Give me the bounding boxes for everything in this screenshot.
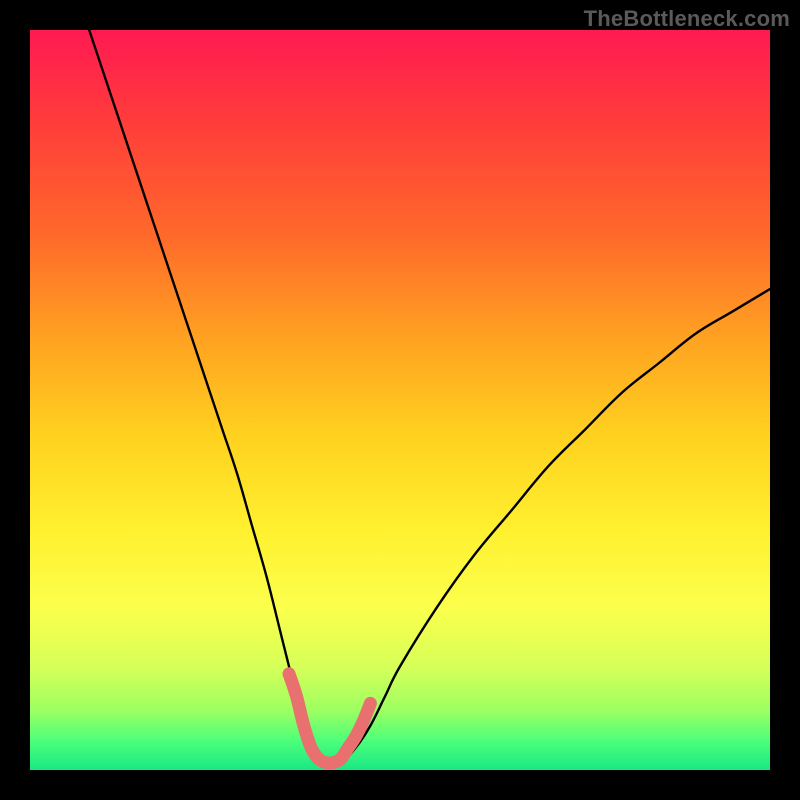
chart-frame: TheBottleneck.com: [0, 0, 800, 800]
bottleneck-curve-path: [89, 30, 770, 765]
sweet-spot-highlight-path: [289, 674, 370, 763]
watermark-text: TheBottleneck.com: [584, 6, 790, 32]
plot-area: [30, 30, 770, 770]
curve-svg: [30, 30, 770, 770]
